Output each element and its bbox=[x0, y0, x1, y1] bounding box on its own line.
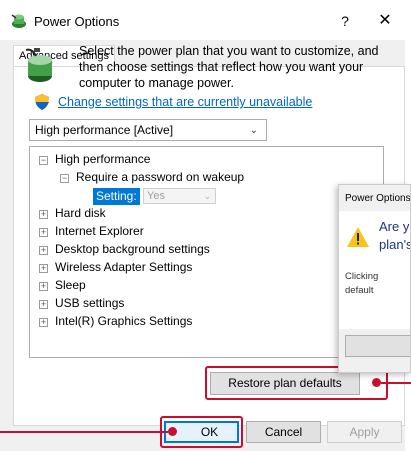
confirm-dialog-title: Power Options bbox=[345, 193, 411, 204]
tree-item-sleep[interactable]: + Sleep bbox=[39, 277, 86, 294]
help-button[interactable]: ? bbox=[330, 8, 360, 34]
chevron-down-icon: ⌄ bbox=[203, 191, 212, 201]
tree-item-high-performance[interactable]: − High performance bbox=[39, 151, 150, 168]
expand-icon[interactable]: + bbox=[39, 210, 48, 219]
expand-icon[interactable]: + bbox=[39, 228, 48, 237]
window-title: Power Options bbox=[34, 14, 120, 29]
expand-icon[interactable]: + bbox=[39, 300, 48, 309]
confirm-question-line2: plan's bbox=[379, 237, 411, 252]
collapse-icon[interactable]: − bbox=[60, 174, 69, 183]
restore-callout-line bbox=[381, 382, 411, 384]
tree-item-hard-disk[interactable]: + Hard disk bbox=[39, 205, 106, 222]
tree-item-usb-settings[interactable]: + USB settings bbox=[39, 295, 124, 312]
cancel-button[interactable]: Cancel bbox=[246, 421, 321, 443]
chevron-down-icon: ⌄ bbox=[249, 125, 258, 136]
close-button[interactable]: ✕ bbox=[368, 8, 402, 34]
confirm-text-line2: default bbox=[345, 285, 374, 296]
setting-value-select: Yes ⌄ bbox=[143, 188, 217, 204]
uac-shield-icon bbox=[35, 94, 49, 110]
plan-select-value: High performance [Active] bbox=[35, 123, 174, 137]
confirm-text-line1: Clicking bbox=[345, 271, 379, 282]
ok-callout-dot bbox=[168, 427, 177, 436]
battery-plug-icon bbox=[25, 48, 52, 82]
collapse-icon[interactable]: − bbox=[39, 156, 48, 165]
ok-callout-line bbox=[0, 431, 168, 433]
restore-callout-dot bbox=[372, 378, 381, 387]
title-bar: Power Options ? ✕ bbox=[0, 0, 405, 40]
apply-button[interactable]: Apply bbox=[327, 421, 402, 443]
settings-tree[interactable]: − High performance − Require a password on… bbox=[29, 146, 384, 358]
confirm-dialog-button[interactable] bbox=[345, 335, 410, 357]
expand-icon[interactable]: + bbox=[39, 282, 48, 291]
confirm-dialog: Power Options Are y plan's Clicking defa… bbox=[338, 184, 411, 373]
setting-label: Setting: bbox=[93, 188, 140, 205]
plan-select[interactable]: High performance [Active] ⌄ bbox=[29, 119, 267, 141]
tree-item-internet-explorer[interactable]: + Internet Explorer bbox=[39, 223, 144, 240]
tree-item-intel-graphics[interactable]: + Intel(R) Graphics Settings bbox=[39, 313, 192, 330]
plan-description: Select the power plan that you want to c… bbox=[79, 44, 379, 90]
expand-icon[interactable]: + bbox=[39, 318, 48, 327]
expand-icon[interactable]: + bbox=[39, 246, 48, 255]
confirm-dialog-content: Are y plan's Clicking default bbox=[339, 211, 411, 329]
setting-row: Setting: Yes ⌄ bbox=[93, 188, 217, 205]
power-plan-icon bbox=[11, 14, 26, 28]
tree-item-require-password[interactable]: − Require a password on wakeup bbox=[60, 169, 244, 186]
expand-icon[interactable]: + bbox=[39, 264, 48, 273]
confirm-question-line1: Are y bbox=[379, 219, 410, 234]
warning-icon bbox=[347, 227, 369, 247]
tree-item-wireless-adapter[interactable]: + Wireless Adapter Settings bbox=[39, 259, 192, 276]
tree-item-desktop-background[interactable]: + Desktop background settings bbox=[39, 241, 210, 258]
change-settings-link[interactable]: Change settings that are currently unava… bbox=[58, 95, 312, 109]
